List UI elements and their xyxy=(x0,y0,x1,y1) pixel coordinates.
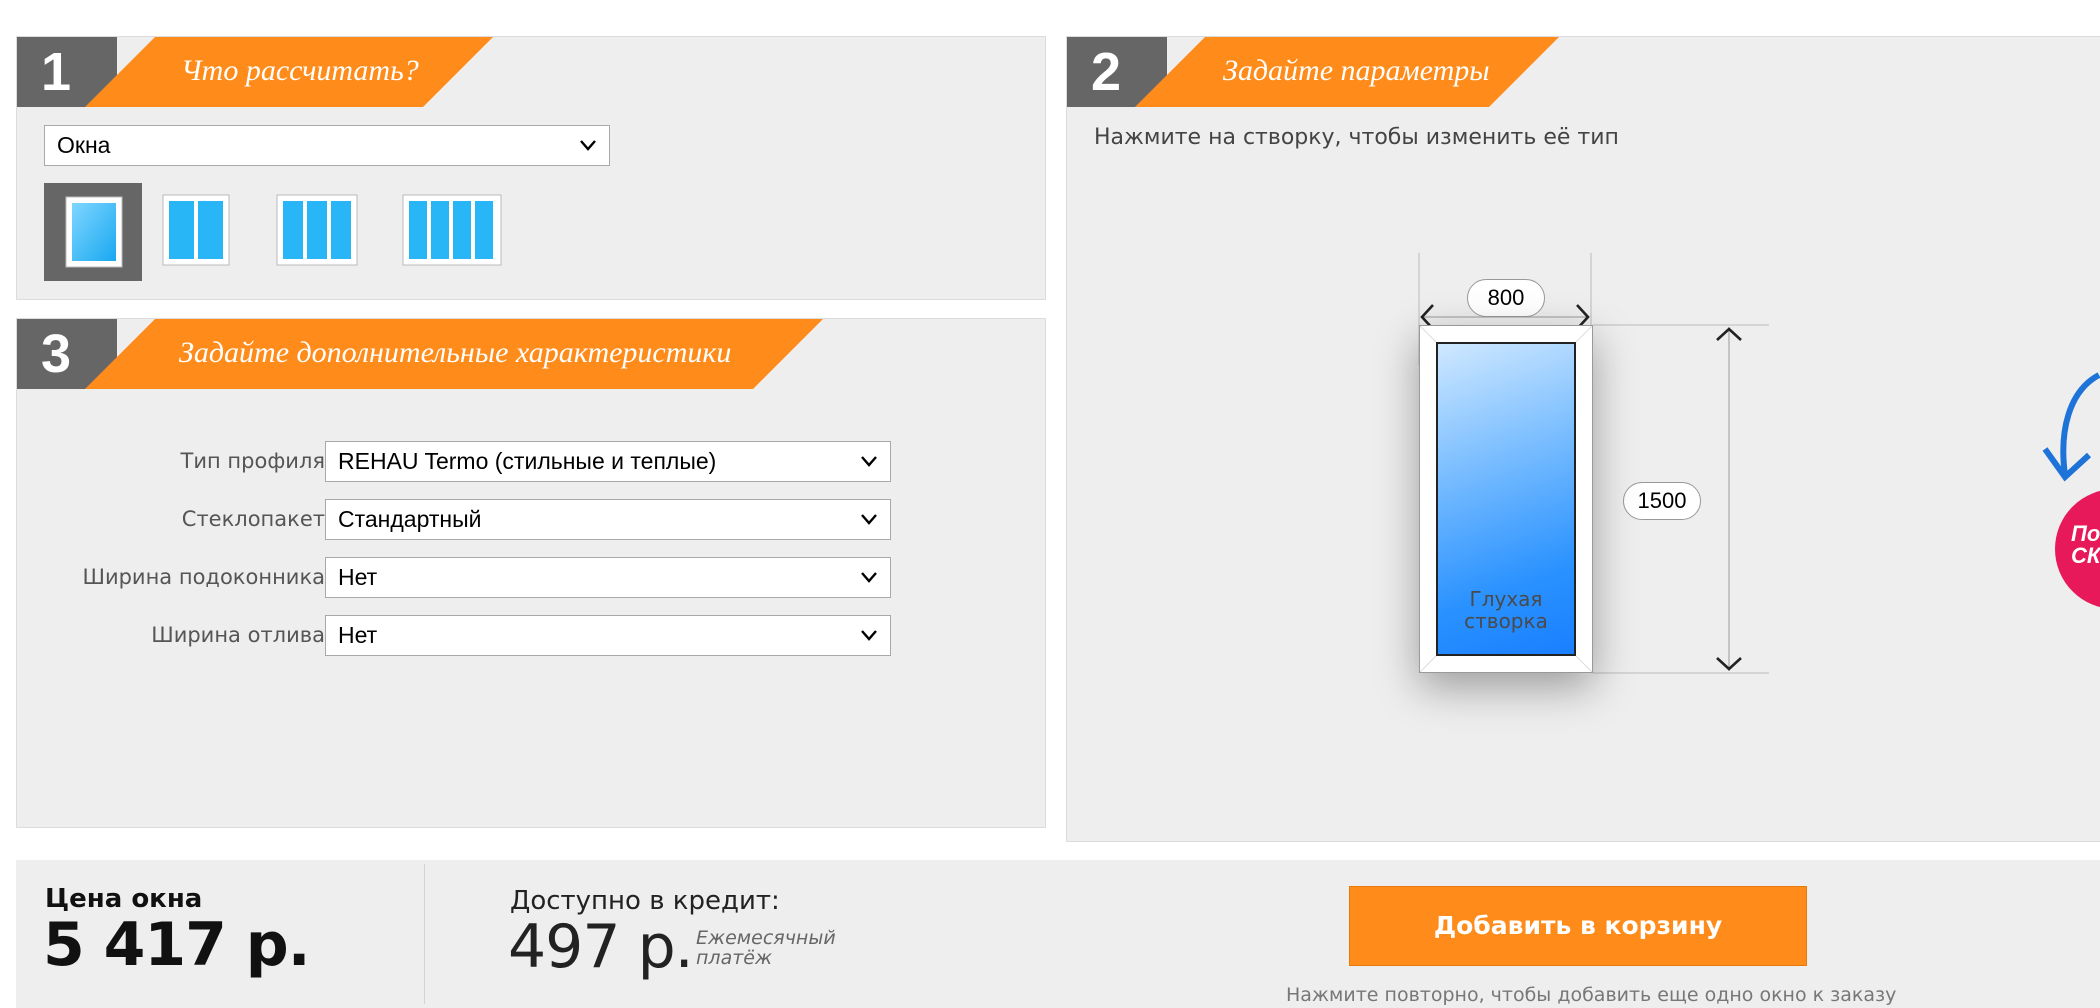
width-value-input[interactable]: 800 xyxy=(1467,279,1545,317)
step3-title-text: Задайте дополнительные характеристики xyxy=(179,336,732,369)
window-type-four-sash[interactable] xyxy=(401,193,505,269)
one-sash-window-icon xyxy=(65,196,123,268)
product-type-value: Окна xyxy=(57,132,111,158)
three-sash-window-icon xyxy=(276,194,358,266)
two-sash-window-icon xyxy=(162,194,230,266)
product-type-select[interactable]: Окна xyxy=(44,125,610,166)
chevron-down-icon xyxy=(861,572,877,583)
step1-title: Что рассчитать? xyxy=(85,37,493,107)
window-type-one-sash[interactable] xyxy=(44,183,142,281)
profile-type-select[interactable]: REHAU Termo (стильные и теплые) xyxy=(325,441,891,482)
sill-width-value: Нет xyxy=(338,564,378,590)
drip-width-label: Ширина отлива xyxy=(151,623,325,647)
step2-title: Задайте параметры xyxy=(1135,37,1559,107)
credit-note: Ежемесячный платёж xyxy=(696,928,836,968)
step3-panel: 3 Задайте дополнительные характеристики … xyxy=(16,318,1046,828)
promo-badge-line2: СК xyxy=(2071,543,2100,568)
step1-title-text: Что рассчитать? xyxy=(181,54,419,87)
sash-type-line2: створка xyxy=(1464,609,1548,633)
step3-title: Задайте дополнительные характеристики xyxy=(85,319,823,389)
step2-panel: 2 Задайте параметры Нажмите на створку, … xyxy=(1066,36,2100,842)
promo-arrow-icon xyxy=(2042,372,2100,482)
height-value-input[interactable]: 1500 xyxy=(1623,482,1701,520)
add-to-cart-button[interactable]: Добавить в корзину xyxy=(1349,886,1807,966)
chevron-down-icon xyxy=(580,140,596,151)
credit-note-line1: Ежемесячный xyxy=(696,927,836,949)
fixed-sash[interactable]: Глухая створка xyxy=(1436,342,1576,656)
height-up-arrow-icon xyxy=(1716,327,1742,341)
step1-panel: 1 Что рассчитать? Окна xyxy=(16,36,1046,300)
price-bar: Цена окна 5 417 р. Доступно в кредит: 49… xyxy=(16,860,2100,1008)
drip-width-value: Нет xyxy=(338,622,378,648)
credit-value: 497 р. xyxy=(508,912,694,982)
sash-type-line1: Глухая xyxy=(1469,587,1543,611)
profile-type-value: REHAU Termo (стильные и теплые) xyxy=(338,448,717,474)
chevron-down-icon xyxy=(861,514,877,525)
step2-title-text: Задайте параметры xyxy=(1223,54,1490,87)
promo-badge-line1: По xyxy=(2071,521,2100,546)
height-down-arrow-icon xyxy=(1716,657,1742,671)
window-frame: Глухая створка xyxy=(1419,325,1593,673)
sill-width-label: Ширина подоконника xyxy=(82,565,326,589)
credit-note-line2: платёж xyxy=(696,947,773,969)
add-to-cart-label: Добавить в корзину xyxy=(1433,911,1723,940)
price-divider xyxy=(424,864,425,1004)
price-value: 5 417 р. xyxy=(43,910,311,980)
profile-type-label: Тип профиля xyxy=(180,449,325,473)
sash-hint: Нажмите на створку, чтобы изменить её ти… xyxy=(1094,125,1619,150)
sill-width-select[interactable]: Нет xyxy=(325,557,891,598)
glass-unit-value: Стандартный xyxy=(338,506,482,532)
window-type-three-sash[interactable] xyxy=(275,193,359,269)
glass-unit-label: Стеклопакет xyxy=(181,507,325,531)
window-type-two-sash[interactable] xyxy=(161,193,233,269)
chevron-down-icon xyxy=(861,456,877,467)
promo-badge[interactable]: По СК xyxy=(2055,489,2100,609)
chevron-down-icon xyxy=(861,630,877,641)
drip-width-select[interactable]: Нет xyxy=(325,615,891,656)
add-to-cart-hint: Нажмите повторно, чтобы добавить еще одн… xyxy=(1286,984,1897,1006)
sash-type-label: Глухая створка xyxy=(1438,588,1574,632)
four-sash-window-icon xyxy=(402,194,502,266)
glass-unit-select[interactable]: Стандартный xyxy=(325,499,891,540)
